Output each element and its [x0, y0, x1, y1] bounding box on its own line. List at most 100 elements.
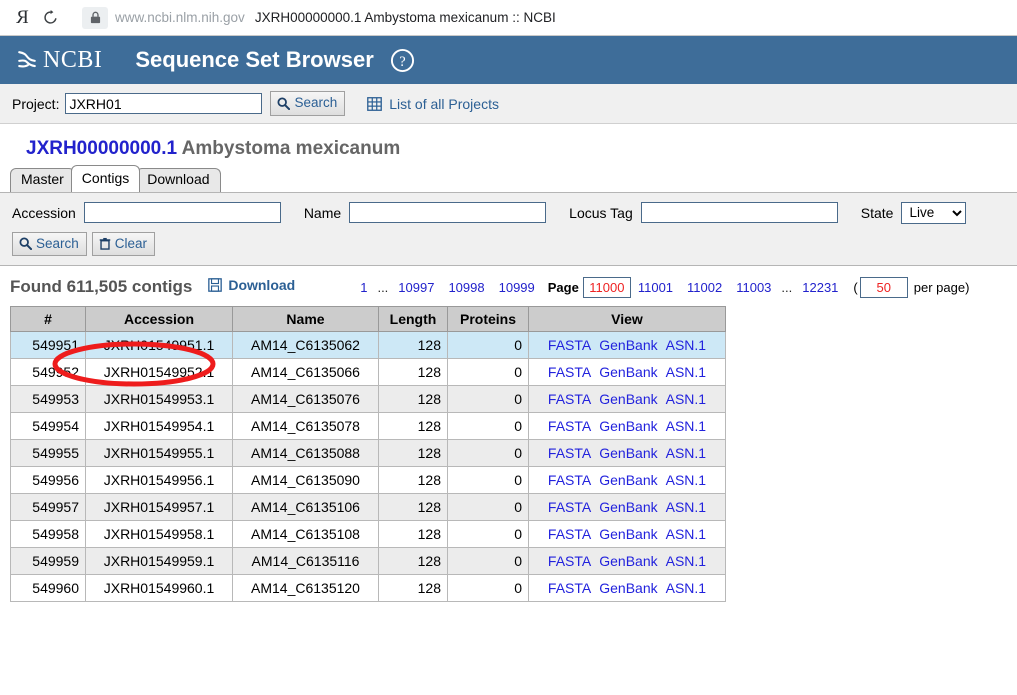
row-view-links: FASTA GenBank ASN.1 — [528, 492, 726, 521]
row-accession[interactable]: JXRH01549960.1 — [85, 573, 233, 602]
per-page-input[interactable] — [859, 276, 908, 298]
state-filter-select[interactable]: Live — [901, 201, 967, 224]
view-link-fasta[interactable]: FASTA — [548, 499, 591, 515]
state-filter-label: State — [860, 204, 894, 221]
view-link-fasta[interactable]: FASTA — [548, 526, 591, 542]
page-link-10997[interactable]: 10997 — [391, 280, 441, 295]
view-link-genbank[interactable]: GenBank — [599, 472, 657, 488]
row-length: 128 — [378, 384, 448, 413]
table-row[interactable]: 549956 JXRH01549956.1 AM14_C6135090 128 0 FAS… — [10, 465, 726, 494]
view-link-genbank[interactable]: GenBank — [599, 337, 657, 353]
download-results-link[interactable]: Download — [208, 277, 295, 293]
contigs-table: # Accession Name Length Proteins View 54… — [10, 305, 726, 602]
page-link-last[interactable]: 12231 — [795, 280, 845, 295]
page-link-10999[interactable]: 10999 — [492, 280, 542, 295]
filter-clear-label: Clear — [114, 235, 148, 251]
table-row[interactable]: 549954 JXRH01549954.1 AM14_C6135078 128 0 FAS… — [10, 411, 726, 440]
yandex-logo-icon[interactable]: R — [8, 5, 36, 31]
project-input[interactable] — [65, 93, 263, 114]
view-link-fasta[interactable]: FASTA — [548, 337, 591, 353]
row-accession[interactable]: JXRH01549957.1 — [85, 492, 233, 521]
view-link-asn-1[interactable]: ASN.1 — [666, 337, 706, 353]
table-row[interactable]: 549955 JXRH01549955.1 AM14_C6135088 128 0 FAS… — [10, 438, 726, 467]
view-link-asn-1[interactable]: ASN.1 — [666, 391, 706, 407]
page-link-11001[interactable]: 11001 — [631, 280, 680, 295]
list-all-projects-link[interactable]: List of all Projects — [367, 96, 499, 112]
view-link-fasta[interactable]: FASTA — [548, 445, 591, 461]
view-link-genbank[interactable]: GenBank — [599, 499, 657, 515]
view-link-fasta[interactable]: FASTA — [548, 472, 591, 488]
view-link-fasta[interactable]: FASTA — [548, 391, 591, 407]
row-name: AM14_C6135078 — [232, 411, 379, 440]
column-header-accession[interactable]: Accession — [85, 305, 233, 332]
current-page-input[interactable]: 11000 — [582, 276, 631, 298]
view-link-asn-1[interactable]: ASN.1 — [666, 418, 706, 434]
question-mark-circle-icon[interactable]: ? — [390, 48, 415, 73]
filter-search-label: Search — [36, 235, 79, 251]
row-name: AM14_C6135108 — [232, 519, 379, 548]
view-link-asn-1[interactable]: ASN.1 — [666, 445, 706, 461]
column-header-proteins[interactable]: Proteins — [447, 305, 529, 332]
project-search-button[interactable]: Search — [270, 91, 346, 116]
row-accession[interactable]: JXRH01549959.1 — [85, 546, 233, 575]
table-row[interactable]: 549953 JXRH01549953.1 AM14_C6135076 128 0 FAS… — [10, 384, 726, 413]
view-link-genbank[interactable]: GenBank — [599, 418, 657, 434]
url-host[interactable]: www.ncbi.nlm.nih.gov — [115, 10, 245, 25]
view-link-asn-1[interactable]: ASN.1 — [666, 364, 706, 380]
view-link-asn-1[interactable]: ASN.1 — [666, 472, 706, 488]
table-row[interactable]: 549960 JXRH01549960.1 AM14_C6135120 128 0 FAS… — [10, 573, 726, 602]
accession-filter-input[interactable] — [83, 202, 281, 224]
view-link-fasta[interactable]: FASTA — [548, 364, 591, 380]
row-accession[interactable]: JXRH01549952.1 — [85, 357, 233, 386]
row-accession[interactable]: JXRH01549956.1 — [85, 465, 233, 494]
view-link-genbank[interactable]: GenBank — [599, 364, 657, 380]
name-filter-input[interactable] — [349, 202, 547, 224]
view-link-asn-1[interactable]: ASN.1 — [666, 526, 706, 542]
row-number: 549959 — [10, 546, 86, 575]
reload-icon[interactable] — [36, 5, 64, 31]
table-row[interactable]: 549951 JXRH01549951.1 AM14_C6135062 128 0 FAS… — [10, 330, 726, 359]
table-row[interactable]: 549957 JXRH01549957.1 AM14_C6135106 128 0 FAS… — [10, 492, 726, 521]
row-accession[interactable]: JXRH01549954.1 — [85, 411, 233, 440]
view-link-asn-1[interactable]: ASN.1 — [666, 553, 706, 569]
row-proteins: 0 — [447, 384, 529, 413]
view-link-fasta[interactable]: FASTA — [548, 580, 591, 596]
table-row[interactable]: 549959 JXRH01549959.1 AM14_C6135116 128 0 FAS… — [10, 546, 726, 575]
view-link-genbank[interactable]: GenBank — [599, 445, 657, 461]
filter-inputs-row: Accession Name Locus Tag State Live — [12, 201, 1017, 224]
row-number: 549951 — [10, 330, 86, 359]
page-link-first[interactable]: 1 — [353, 280, 374, 295]
view-link-fasta[interactable]: FASTA — [548, 418, 591, 434]
row-accession[interactable]: JXRH01549958.1 — [85, 519, 233, 548]
view-link-fasta[interactable]: FASTA — [548, 553, 591, 569]
view-link-asn-1[interactable]: ASN.1 — [666, 580, 706, 596]
filter-clear-button[interactable]: Clear — [91, 231, 156, 256]
record-accession[interactable]: JXRH00000000.1 — [26, 138, 177, 159]
page-link-10998[interactable]: 10998 — [441, 280, 491, 295]
ncbi-logo-text: NCBI — [43, 47, 103, 73]
column-header-number[interactable]: # — [10, 305, 86, 332]
filter-search-button[interactable]: Search — [12, 231, 87, 256]
locus-tag-filter-input[interactable] — [640, 202, 838, 224]
contig-filter-panel: Accession Name Locus Tag State Live Sear… — [0, 191, 1017, 266]
view-link-asn-1[interactable]: ASN.1 — [666, 499, 706, 515]
table-row[interactable]: 549952 JXRH01549952.1 AM14_C6135066 128 0 FAS… — [10, 357, 726, 386]
row-accession[interactable]: JXRH01549951.1 — [85, 330, 233, 359]
row-accession[interactable]: JXRH01549953.1 — [85, 384, 233, 413]
view-link-genbank[interactable]: GenBank — [599, 391, 657, 407]
view-link-genbank[interactable]: GenBank — [599, 580, 657, 596]
column-header-length[interactable]: Length — [378, 305, 448, 332]
page-link-11003[interactable]: 11003 — [729, 280, 778, 295]
tab-download[interactable]: Download — [136, 168, 221, 192]
lock-icon[interactable] — [82, 6, 108, 29]
row-accession[interactable]: JXRH01549955.1 — [85, 438, 233, 467]
trash-icon — [99, 237, 111, 250]
view-link-genbank[interactable]: GenBank — [599, 553, 657, 569]
ncbi-logo[interactable]: NCBI — [14, 47, 102, 73]
column-header-name[interactable]: Name — [232, 305, 379, 332]
tab-master[interactable]: Master — [10, 168, 75, 192]
table-row[interactable]: 549958 JXRH01549958.1 AM14_C6135108 128 0 FAS… — [10, 519, 726, 548]
page-link-11002[interactable]: 11002 — [680, 280, 729, 295]
view-link-genbank[interactable]: GenBank — [599, 526, 657, 542]
tab-contigs[interactable]: Contigs — [70, 165, 141, 192]
